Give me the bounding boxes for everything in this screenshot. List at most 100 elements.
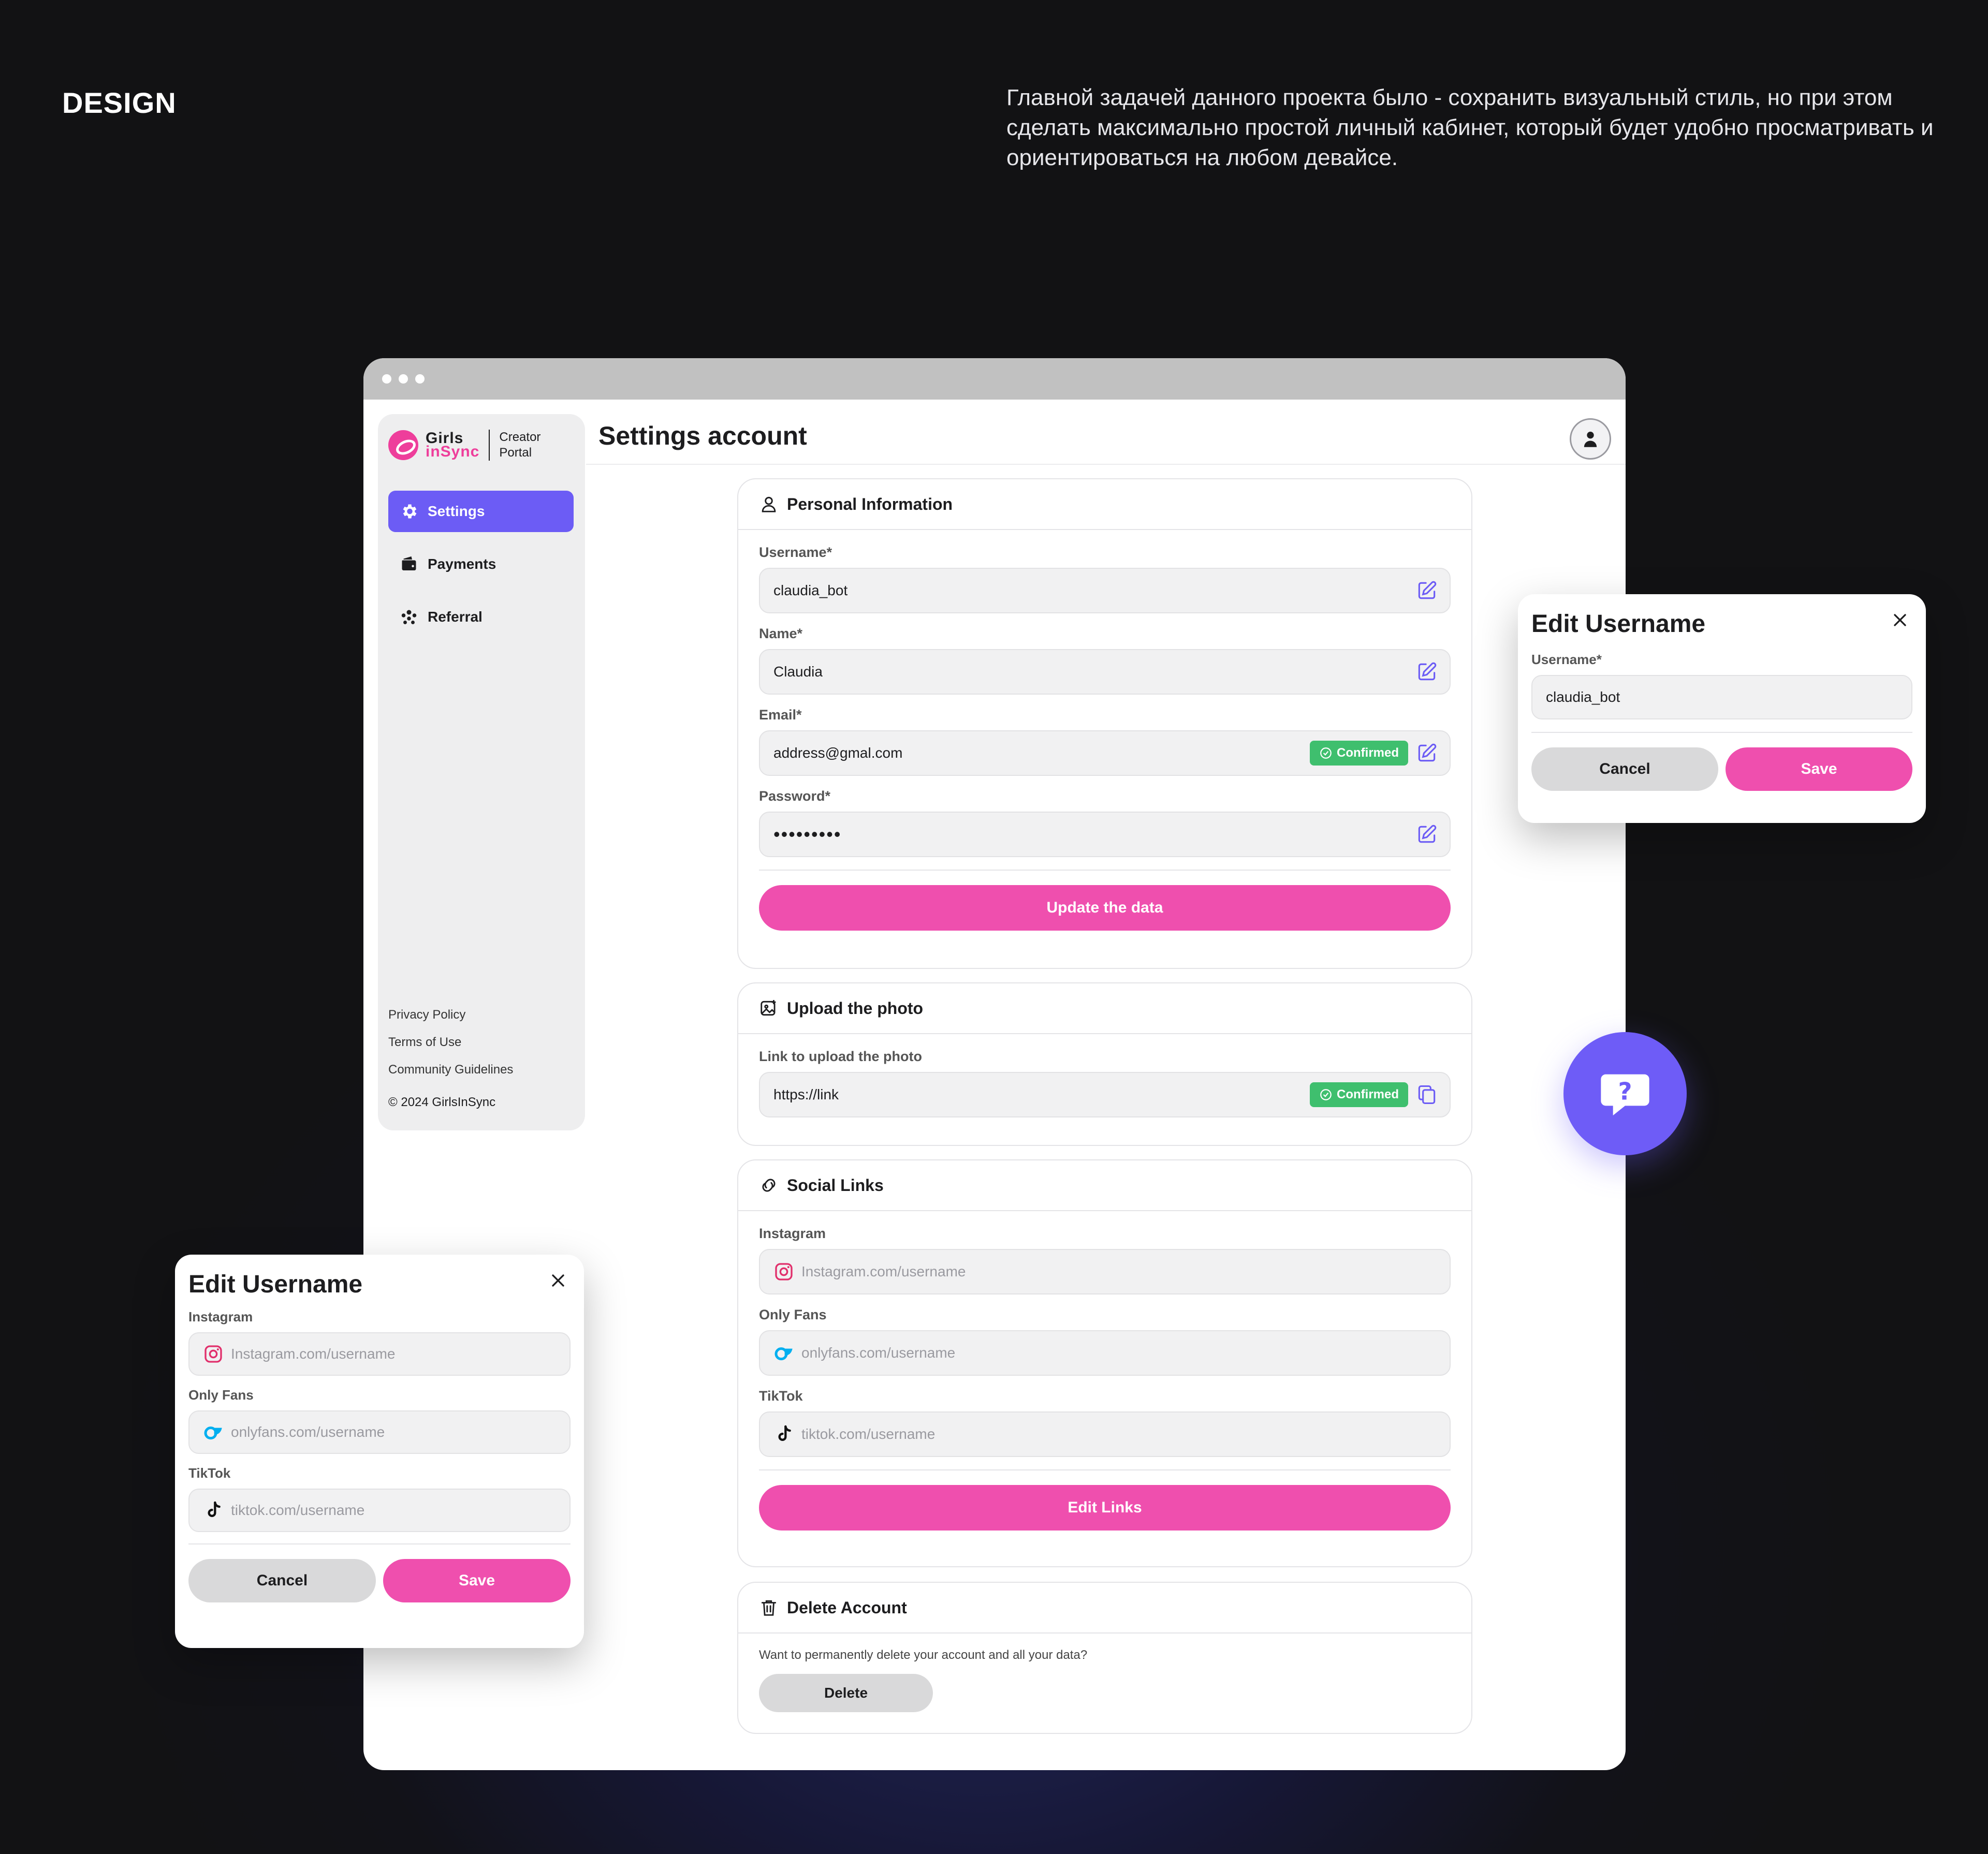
upload-photo-card: Upload the photo Link to upload the phot…	[737, 982, 1472, 1146]
field-placeholder: tiktok.com/username	[801, 1426, 935, 1442]
gear-icon	[403, 504, 417, 519]
sidebar-item-referral[interactable]: Referral	[388, 596, 574, 638]
card-title: Delete Account	[787, 1598, 907, 1617]
logo[interactable]: Girls inSync Creator Portal	[388, 430, 540, 461]
image-icon	[761, 1000, 776, 1016]
logo-divider	[489, 430, 490, 461]
field-value: https://link	[773, 1086, 839, 1102]
window-dot	[415, 374, 425, 384]
card-header: Upload the photo	[738, 983, 1471, 1034]
onlyfans-field[interactable]: onlyfans.com/username	[759, 1330, 1451, 1376]
people-icon	[401, 610, 417, 624]
link-icon	[762, 1179, 776, 1192]
username-input[interactable]: claudia_bot	[1531, 675, 1912, 719]
divider	[759, 1469, 1451, 1470]
sidebar-item-payments[interactable]: Payments	[388, 543, 574, 585]
window-dot	[399, 374, 408, 384]
delete-account-card: Delete Account Want to permanently delet…	[737, 1582, 1472, 1734]
password-field[interactable]: •••••••••	[759, 812, 1451, 857]
field-placeholder: onlyfans.com/username	[231, 1424, 385, 1440]
instagram-icon	[204, 1345, 222, 1363]
onlyfans-icon	[204, 1426, 222, 1440]
card-header: Delete Account	[738, 1583, 1471, 1634]
wallet-icon	[402, 556, 416, 570]
sidebar-item-label: Referral	[428, 609, 483, 625]
field-label: Instagram	[188, 1309, 253, 1325]
field-label: Link to upload the photo	[759, 1049, 922, 1064]
cancel-button[interactable]: Cancel	[1531, 747, 1718, 791]
card-header: Social Links	[738, 1160, 1471, 1211]
field-placeholder: tiktok.com/username	[231, 1502, 365, 1518]
card-title: Social Links	[787, 1175, 884, 1195]
avatar[interactable]	[1570, 418, 1611, 460]
sidebar-item-settings[interactable]: Settings	[388, 491, 574, 532]
edit-links-button[interactable]: Edit Links	[759, 1485, 1451, 1531]
tiktok-icon	[208, 1501, 221, 1517]
field-value: Claudia	[773, 664, 823, 680]
logo-sub1: Creator	[499, 430, 541, 444]
hero-title: DESIGN	[62, 86, 177, 119]
edit-links-modal: Edit Username Instagram Instagram.com/us…	[175, 1255, 584, 1648]
tiktok-input[interactable]: tiktok.com/username	[188, 1489, 571, 1532]
name-field[interactable]: Claudia	[759, 649, 1451, 695]
cancel-button[interactable]: Cancel	[188, 1559, 376, 1602]
check-circle-icon	[1320, 747, 1332, 759]
card-title: Upload the photo	[787, 998, 924, 1018]
check-circle-icon	[1320, 1089, 1332, 1100]
user-icon	[1584, 432, 1597, 447]
personal-info-card: Personal Information Username* claudia_b…	[737, 478, 1472, 969]
page-title: Settings account	[598, 421, 807, 450]
instagram-input[interactable]: Instagram.com/username	[188, 1332, 571, 1376]
header-divider	[586, 464, 1626, 465]
modal-title: Edit Username	[188, 1271, 363, 1298]
instagram-field[interactable]: Instagram.com/username	[759, 1249, 1451, 1294]
copy-icon[interactable]	[1415, 1083, 1438, 1106]
field-label: Username*	[1531, 652, 1602, 667]
help-button[interactable]: ?	[1563, 1032, 1687, 1155]
delete-button[interactable]: Delete	[759, 1674, 933, 1712]
photo-link-field[interactable]: https://link Confirmed	[759, 1072, 1451, 1117]
update-data-button[interactable]: Update the data	[759, 885, 1451, 931]
divider	[759, 870, 1451, 871]
community-guidelines-link[interactable]: Community Guidelines	[388, 1056, 513, 1083]
field-placeholder: Instagram.com/username	[801, 1263, 966, 1279]
terms-of-use-link[interactable]: Terms of Use	[388, 1028, 513, 1056]
email-field[interactable]: address@gmal.com Confirmed	[759, 730, 1451, 776]
sidebar: Girls inSync Creator Portal Settings Pay…	[378, 414, 585, 1130]
save-button[interactable]: Save	[1726, 747, 1912, 791]
edit-icon[interactable]	[1415, 742, 1438, 764]
close-icon[interactable]	[548, 1270, 568, 1291]
save-button[interactable]: Save	[383, 1559, 571, 1602]
badge-label: Confirmed	[1337, 746, 1399, 760]
edit-icon[interactable]	[1415, 579, 1438, 602]
hero-description: Главной задачей данного проекта было - с…	[1006, 85, 1934, 170]
badge-label: Confirmed	[1337, 1087, 1399, 1101]
field-label: Only Fans	[759, 1307, 827, 1322]
field-placeholder: onlyfans.com/username	[801, 1345, 956, 1361]
edit-icon[interactable]	[1415, 660, 1438, 683]
tiktok-icon	[778, 1425, 791, 1441]
confirmed-badge: Confirmed	[1310, 741, 1408, 766]
field-label: Email*	[759, 707, 802, 723]
onlyfans-input[interactable]: onlyfans.com/username	[188, 1410, 571, 1454]
help-chat-icon: ?	[1601, 1074, 1649, 1115]
modal-title: Edit Username	[1531, 610, 1706, 638]
close-icon[interactable]	[1890, 610, 1910, 630]
tiktok-field[interactable]: tiktok.com/username	[759, 1411, 1451, 1457]
field-label: Username*	[759, 545, 832, 560]
field-label: Only Fans	[188, 1387, 254, 1403]
privacy-policy-link[interactable]: Privacy Policy	[388, 1001, 513, 1028]
window-dot	[382, 374, 391, 384]
username-field[interactable]: claudia_bot	[759, 568, 1451, 613]
edit-username-modal: Edit Username Username* claudia_bot Canc…	[1518, 594, 1926, 823]
sidebar-nav: Settings Payments Referral	[388, 491, 574, 649]
field-value: •••••••••	[773, 823, 842, 845]
sidebar-item-label: Payments	[428, 556, 496, 572]
edit-icon[interactable]	[1415, 823, 1438, 846]
card-header: Personal Information	[738, 479, 1471, 530]
field-value: address@gmal.com	[773, 745, 903, 761]
divider	[1531, 732, 1912, 733]
svg-text:?: ?	[1618, 1078, 1632, 1106]
sidebar-item-label: Settings	[428, 503, 485, 519]
footer-links: Privacy Policy Terms of Use Community Gu…	[388, 1001, 513, 1083]
